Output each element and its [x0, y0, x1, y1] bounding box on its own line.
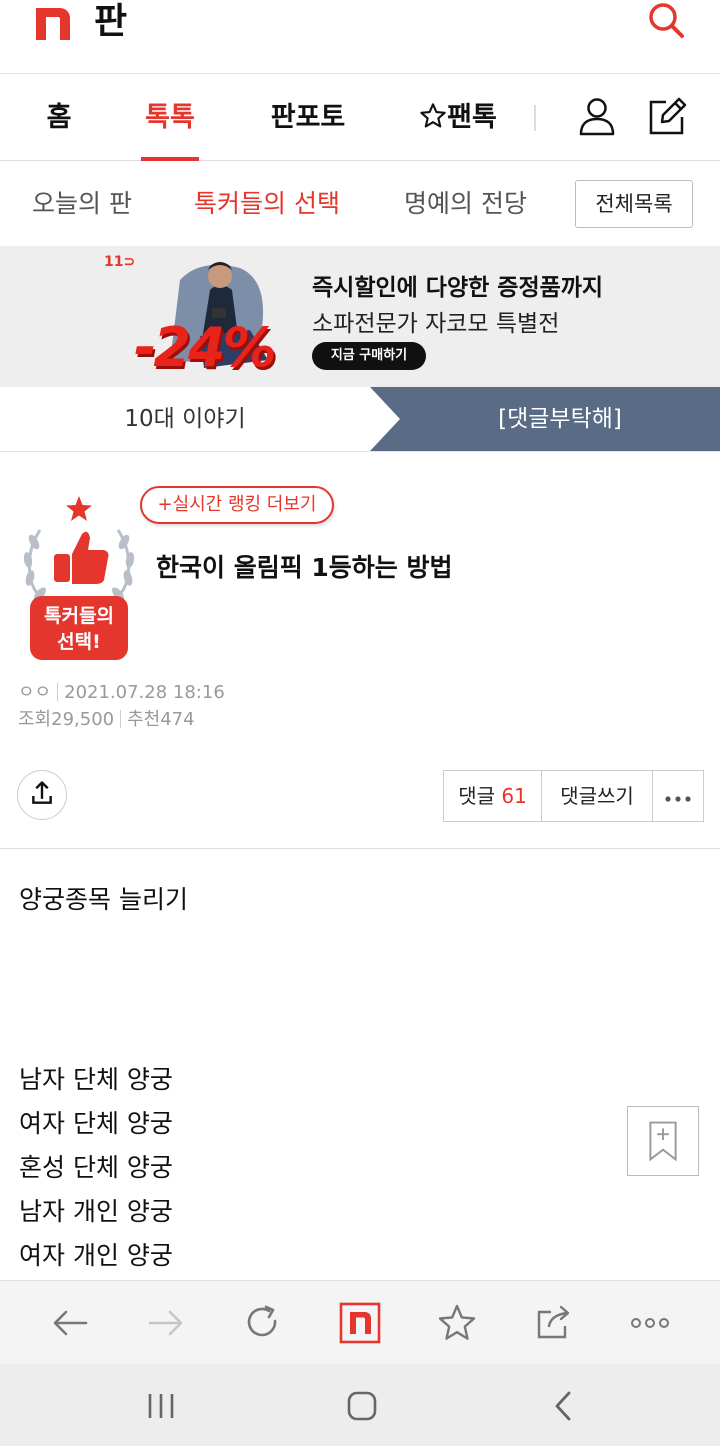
top-bar: 판 — [0, 0, 720, 74]
pann-logo[interactable] — [34, 6, 72, 40]
subtab-today[interactable]: 오늘의 판 — [32, 162, 132, 246]
tab-home[interactable]: 홈 — [40, 75, 78, 161]
write-comment-button[interactable]: 댓글쓰기 — [542, 771, 653, 821]
post-datetime: 2021.07.28 18:16 — [64, 682, 225, 703]
category-current[interactable]: [댓글부탁해] — [400, 387, 720, 451]
article-stats: 조회29,500 추천474 — [18, 705, 195, 731]
bookmark-star-icon[interactable] — [435, 1301, 479, 1345]
article-title: 한국이 올림픽 1등하는 방법 — [156, 553, 453, 582]
meta-separator — [120, 710, 122, 728]
write-icon[interactable] — [646, 95, 688, 137]
share-icon — [32, 781, 52, 804]
body-line: 혼성 단체 양궁 — [19, 1153, 173, 1182]
comments-label: 댓글 — [458, 784, 495, 808]
back-arrow-icon[interactable] — [48, 1301, 92, 1345]
meta-separator — [57, 683, 59, 701]
user-icon[interactable] — [576, 95, 618, 137]
content-divider — [0, 848, 720, 849]
ad-brand-logo: 11⊃ — [104, 254, 136, 270]
system-back-icon[interactable] — [544, 1386, 584, 1426]
realtime-ranking-button[interactable]: +실시간 랭킹 더보기 — [140, 486, 334, 524]
ad-banner[interactable]: 11⊃ -24% 즉시할인에 다양한 증정품까지 소파전문가 자코모 특별전 지… — [0, 246, 720, 387]
recent-apps-icon[interactable] — [141, 1386, 181, 1426]
share-button[interactable] — [17, 770, 67, 820]
ad-headline: 즉시할인에 다양한 증정품까지 — [312, 275, 604, 301]
site-title[interactable]: 판 — [94, 0, 127, 44]
comment-actions: 댓글 61 댓글쓰기 — [443, 770, 704, 822]
system-nav-bar — [0, 1364, 720, 1446]
comments-count: 61 — [501, 784, 527, 808]
views-count: 29,500 — [51, 709, 115, 730]
ad-cta-button[interactable]: 지금 구매하기 — [312, 342, 426, 370]
badge-text-line1: 톡커들의 — [44, 605, 114, 627]
body-line: 여자 단체 양궁 — [19, 1109, 173, 1138]
sub-nav: 오늘의 판 톡커들의 선택 명예의 전당 전체목록 — [0, 162, 720, 246]
talkers-choice-badge: 톡커들의 선택! — [23, 496, 135, 660]
page: 판 홈 톡톡 판포토 팬톡 오늘의 판 톡커들의 선택 명예의 전당 전체목록 … — [0, 0, 720, 1446]
refresh-icon[interactable] — [240, 1301, 284, 1345]
comments-button[interactable]: 댓글 61 — [444, 771, 542, 821]
article-meta: ㅇㅇ 2021.07.28 18:16 — [18, 678, 225, 704]
menu-dots-icon[interactable] — [628, 1301, 672, 1345]
tab-fantok[interactable]: 팬톡 — [414, 75, 502, 161]
home-pann-icon[interactable] — [338, 1301, 382, 1345]
body-line: 양궁종목 늘리기 — [19, 885, 188, 914]
body-line: 남자 개인 양궁 — [19, 1197, 173, 1226]
likes-label: 추천 — [127, 709, 161, 730]
all-list-button[interactable]: 전체목록 — [575, 180, 693, 228]
main-nav: 홈 톡톡 판포토 팬톡 — [0, 75, 720, 161]
browser-toolbar — [0, 1280, 720, 1364]
tab-pann-photo[interactable]: 판포토 — [268, 75, 348, 161]
category-strip: 10대 이야기 [댓글부탁해] — [0, 387, 720, 452]
badge-text-line2: 선택! — [57, 631, 101, 653]
star-outline-icon — [420, 103, 446, 128]
forward-arrow-icon[interactable] — [144, 1301, 188, 1345]
subtab-talkers-choice[interactable]: 톡커들의 선택 — [194, 162, 340, 246]
home-button-icon[interactable] — [342, 1386, 382, 1426]
subtab-hall-of-fame[interactable]: 명예의 전당 — [404, 162, 527, 246]
nav-divider — [534, 105, 536, 131]
more-button[interactable] — [653, 771, 703, 821]
search-icon[interactable] — [646, 0, 686, 40]
views-label: 조회 — [18, 709, 52, 730]
tab-fantok-label: 팬톡 — [447, 102, 497, 133]
body-line: 여자 개인 양궁 — [19, 1241, 173, 1270]
body-line: 남자 단체 양궁 — [19, 1065, 173, 1094]
ad-subline: 소파전문가 자코모 특별전 — [312, 311, 560, 337]
share-out-icon[interactable] — [531, 1301, 575, 1345]
author-name[interactable]: ㅇㅇ — [18, 682, 51, 703]
bookmark-plus-icon — [649, 1121, 677, 1162]
bookmark-add-button[interactable] — [627, 1106, 699, 1176]
tab-toktok[interactable]: 톡톡 — [141, 75, 199, 161]
more-dots-icon — [665, 796, 691, 802]
category-prev[interactable]: 10대 이야기 — [0, 387, 370, 451]
ad-discount: -24% — [134, 316, 277, 379]
likes-count: 474 — [160, 709, 195, 730]
